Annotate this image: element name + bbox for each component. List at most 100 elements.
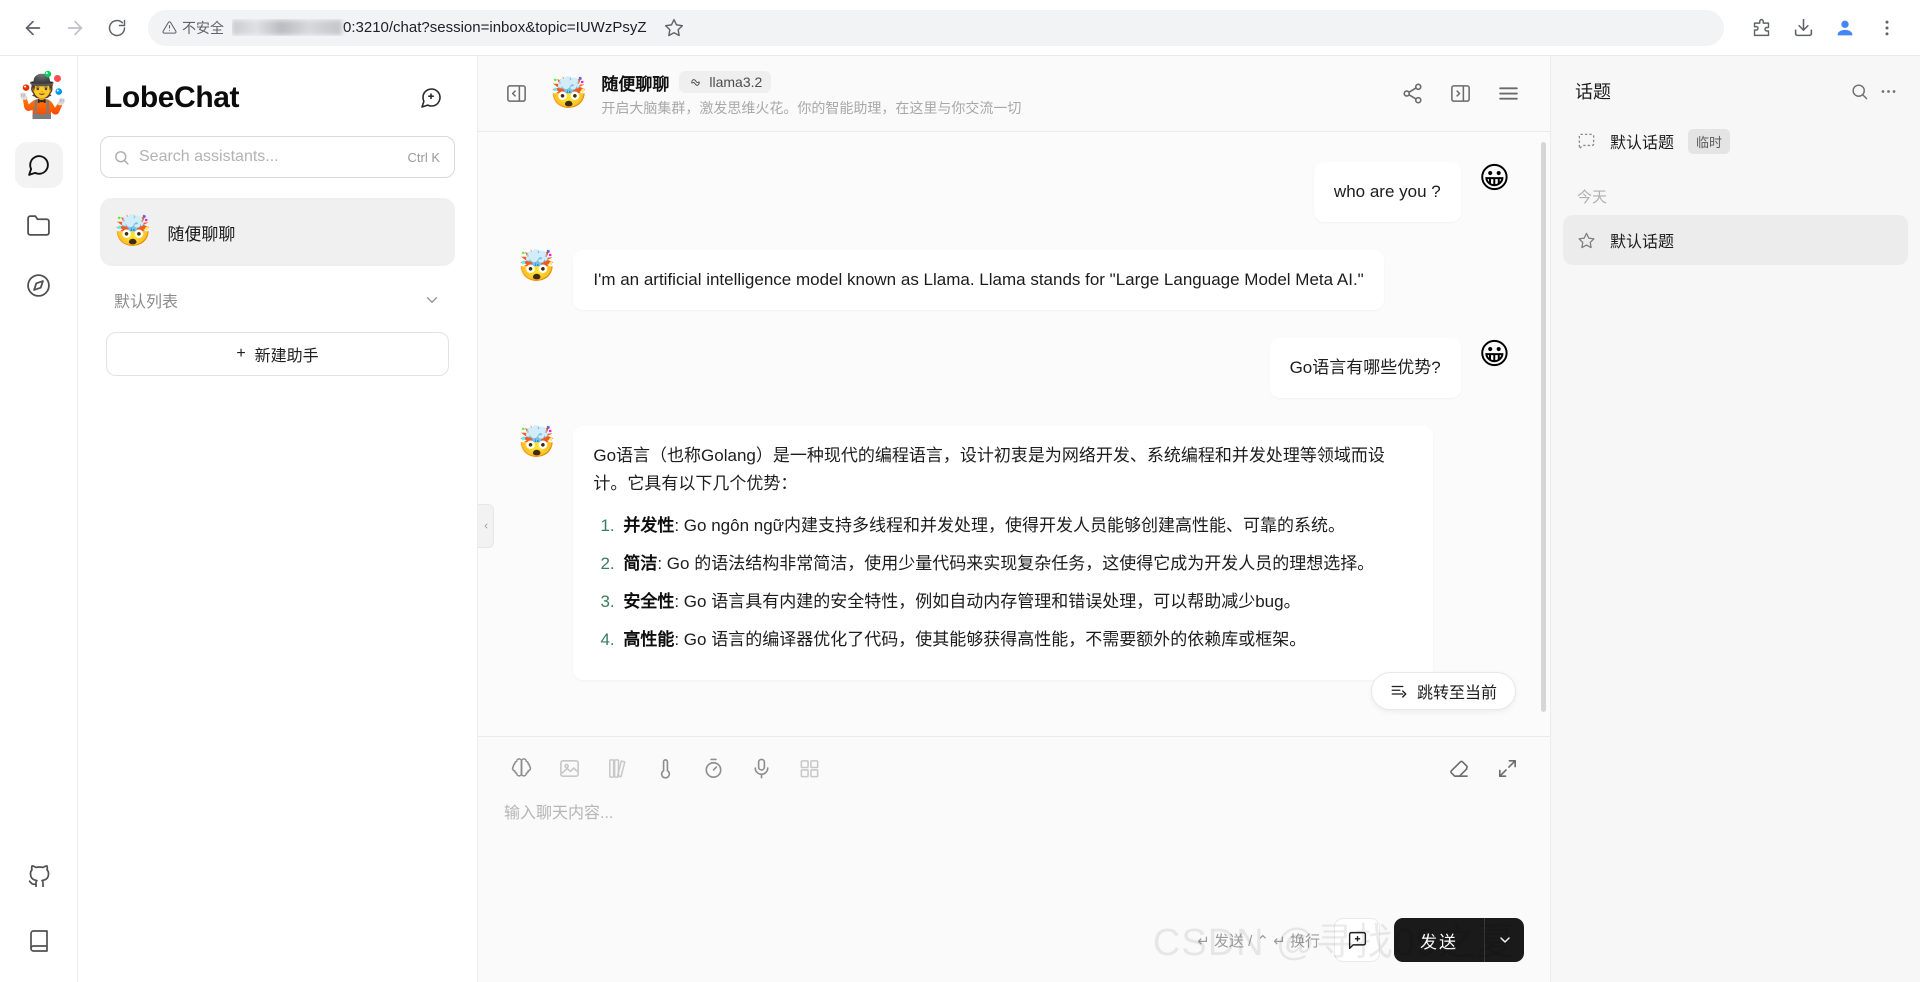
send-options-button[interactable] [1484, 918, 1524, 962]
session-list: 🤯 随便聊聊 [78, 190, 477, 266]
new-assistant-button[interactable]: + 新建助手 [106, 332, 449, 376]
chat-header: 🤯 随便聊聊 llama3.2 开启大脑集群，激发思维火花。你的智能助理，在这里… [478, 56, 1550, 132]
session-group-header[interactable]: 默认列表 [78, 266, 477, 322]
chevron-down-icon [1499, 937, 1510, 943]
clear-input-button[interactable] [1438, 749, 1480, 787]
topics-title: 话题 [1575, 82, 1611, 102]
message-bubble: who are you ? [1313, 162, 1461, 223]
collapse-sidebar-button[interactable] [496, 74, 536, 114]
security-indicator[interactable]: 不安全 [162, 18, 224, 38]
folder-icon [26, 213, 51, 238]
back-button[interactable] [14, 9, 52, 47]
rail-item-files[interactable] [15, 202, 63, 248]
share-icon [1401, 82, 1424, 105]
user-avatar[interactable]: 🤹 [15, 72, 70, 120]
list-item-body: : Go 的语法结构非常简洁，使用少量代码来实现复杂任务，这使得它成为开发人员的… [657, 554, 1375, 574]
chevron-left-icon [484, 523, 487, 529]
topics-more-button[interactable] [1879, 82, 1898, 101]
rail-item-discover[interactable] [15, 262, 63, 308]
message-row-assistant: 🤯 Go语言（也称Golang）是一种现代的编程语言，设计初衷是为网络开发、系统… [518, 426, 1510, 681]
list-item-term: 并发性 [623, 516, 675, 536]
plugin-grid-icon [798, 757, 821, 780]
chevron-down-icon[interactable] [423, 291, 441, 309]
chat-bubble-icon [26, 153, 51, 178]
downloads-button[interactable] [1784, 9, 1822, 47]
jump-to-latest-icon [1390, 682, 1408, 700]
model-name: llama3.2 [709, 74, 763, 90]
search-assistants-box[interactable]: Ctrl K [100, 136, 455, 178]
search-icon [1852, 83, 1868, 99]
list-item-body: : Go 语言具有内建的安全特性，例如自动内存管理和错误处理，可以帮助减少bug… [674, 592, 1301, 612]
chat-menu-button[interactable] [1488, 74, 1528, 114]
forward-button[interactable] [56, 9, 94, 47]
compass-icon [26, 273, 51, 298]
topic-item[interactable]: 默认话题 [1563, 215, 1908, 265]
model-badge[interactable]: llama3.2 [679, 71, 772, 93]
extensions-button[interactable] [1742, 9, 1780, 47]
session-avatar-emoji: 🤯 [114, 215, 152, 248]
list-item-term: 高性能 [623, 630, 675, 650]
new-topic-icon [1347, 930, 1368, 951]
composer: 输入聊天内容... ↵ 发送 / ⌃ ↵ 换行 发送 CSDN [478, 736, 1550, 982]
search-icon [113, 149, 130, 166]
search-input[interactable] [139, 148, 397, 166]
url-visible-part: 0:3210/chat?session=inbox&topic=IUWzPsyZ [343, 19, 647, 36]
tool-image-button[interactable] [548, 749, 590, 787]
toggle-topics-button[interactable] [1440, 74, 1480, 114]
thermometer-icon [654, 757, 677, 780]
topics-search-button[interactable] [1850, 82, 1869, 101]
new-session-button[interactable] [411, 78, 451, 118]
send-button[interactable]: 发送 [1394, 918, 1484, 962]
session-group-label: 默认列表 [114, 294, 179, 311]
new-topic-button[interactable] [1334, 918, 1380, 962]
new-assistant-label: 新建助手 [254, 348, 319, 365]
topic-name: 默认话题 [1610, 135, 1675, 152]
list-item: 高性能: Go 语言的编译器优化了代码，使其能够获得高性能，不需要额外的依赖库或… [619, 626, 1413, 654]
message-input[interactable]: 输入聊天内容... [478, 791, 1550, 918]
user-avatar-emoji: 😀 [1478, 338, 1510, 372]
bookmark-button[interactable] [655, 9, 693, 47]
panel-collapse-icon [505, 82, 528, 105]
plus-icon: + [236, 345, 246, 362]
tool-voice-button[interactable] [740, 749, 782, 787]
assistant-avatar-emoji: 🤯 [518, 250, 556, 284]
tool-plugins-button[interactable] [788, 749, 830, 787]
reload-button[interactable] [98, 9, 136, 47]
expand-icon [1496, 757, 1519, 780]
github-icon [27, 865, 51, 889]
image-icon [558, 757, 581, 780]
address-bar[interactable]: 不安全 0:3210/chat?session=inbox&topic=IUWz… [148, 9, 1724, 47]
jump-to-latest-button[interactable]: 跳转至当前 [1370, 672, 1516, 710]
tool-brain-button[interactable] [500, 749, 542, 787]
security-label: 不安全 [182, 19, 224, 36]
tool-history-range-button[interactable] [692, 749, 734, 787]
topic-temp-badge: 临时 [1688, 128, 1731, 154]
books-icon [606, 757, 629, 780]
rail-item-docs[interactable] [15, 918, 63, 964]
expand-composer-button[interactable] [1486, 749, 1528, 787]
message-bubble: Go语言（也称Golang）是一种现代的编程语言，设计初衷是为网络开发、系统编程… [573, 426, 1434, 681]
ellipsis-icon [1881, 89, 1896, 93]
message-row-user: Go语言有哪些优势? 😀 [518, 338, 1510, 399]
tool-knowledge-base-button[interactable] [596, 749, 638, 787]
chat-panel: 🤯 随便聊聊 llama3.2 开启大脑集群，激发思维火花。你的智能助理，在这里… [478, 56, 1550, 982]
rail-item-chat[interactable] [14, 142, 63, 188]
advantages-list: 并发性: Go ngôn ngữ内建支持多线程和并发处理，使得开发人员能够创建高… [593, 512, 1413, 654]
url-text[interactable]: 0:3210/chat?session=inbox&topic=IUWzPsyZ [232, 19, 647, 36]
tool-temperature-button[interactable] [644, 749, 686, 787]
browser-menu-button[interactable] [1868, 9, 1906, 47]
topic-item-default-temp[interactable]: 默认话题 临时 [1563, 116, 1908, 166]
brain-icon [510, 757, 533, 780]
messages-collapse-handle[interactable] [478, 504, 494, 548]
send-button-group[interactable]: 发送 [1394, 918, 1524, 962]
list-item: 并发性: Go ngôn ngữ内建支持多线程和并发处理，使得开发人员能够创建高… [619, 512, 1413, 540]
browser-toolbar: 不安全 0:3210/chat?session=inbox&topic=IUWz… [0, 0, 1920, 56]
assistant-avatar-emoji: 🤯 [518, 426, 556, 460]
panel-right-icon [1449, 82, 1472, 105]
share-button[interactable] [1392, 74, 1432, 114]
star-icon[interactable] [1577, 231, 1596, 250]
messages-scrollbar[interactable] [1541, 142, 1546, 712]
profile-button[interactable] [1826, 9, 1864, 47]
rail-item-github[interactable] [15, 854, 63, 900]
session-item[interactable]: 🤯 随便聊聊 [100, 198, 455, 266]
